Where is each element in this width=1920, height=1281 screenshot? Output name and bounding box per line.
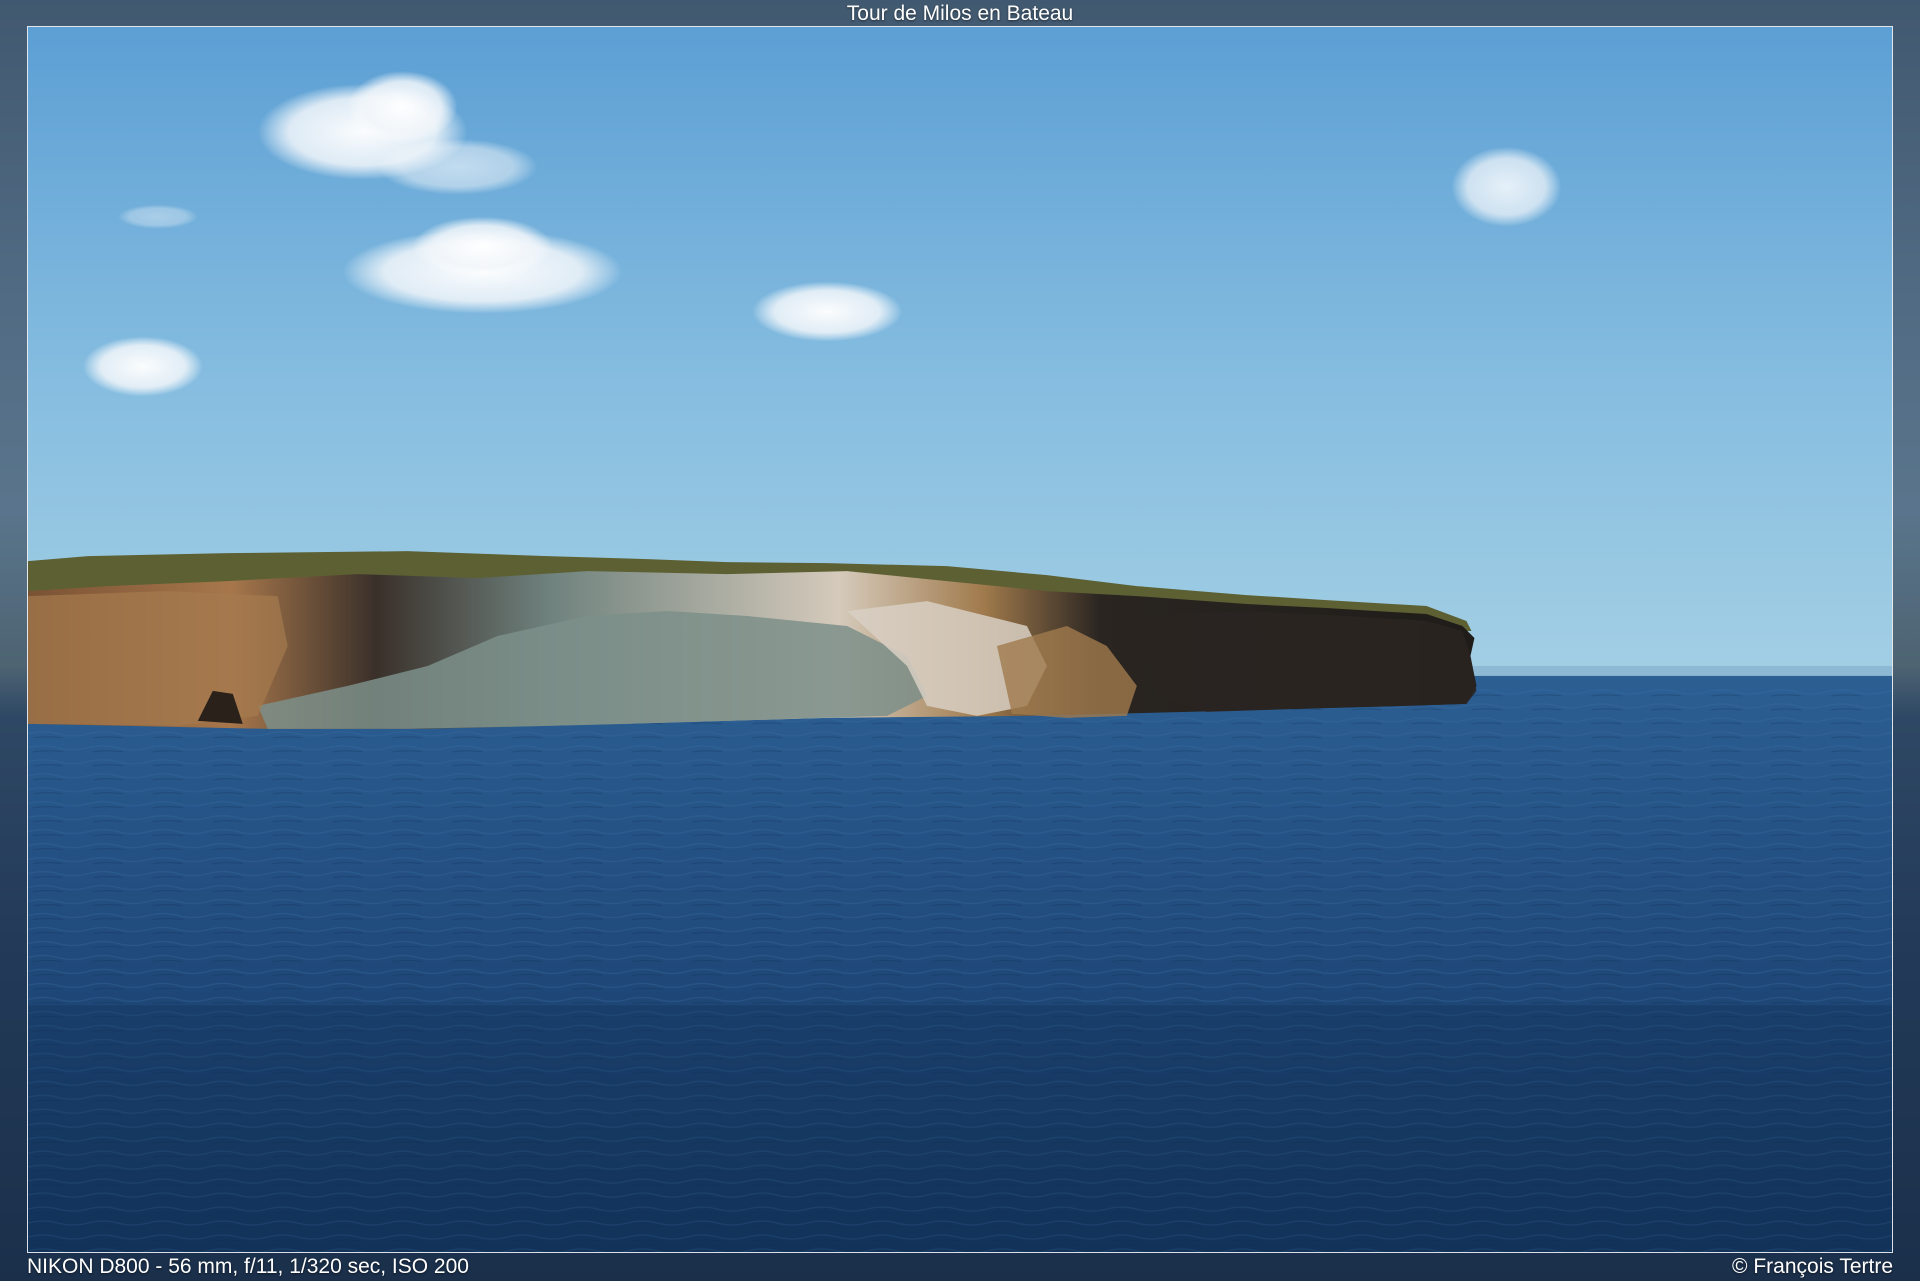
exif-info: NIKON D800 - 56 mm, f/11, 1/320 sec, ISO… <box>27 1255 469 1278</box>
copyright-text: © François Tertre <box>1732 1255 1893 1278</box>
photo-title: Tour de Milos en Bateau <box>846 2 1074 25</box>
lightbox-viewer: Tour de Milos en Bateau NIKON D800 - 56 … <box>0 0 1920 1281</box>
seascape-image <box>28 27 1892 1252</box>
photo[interactable] <box>27 26 1893 1253</box>
